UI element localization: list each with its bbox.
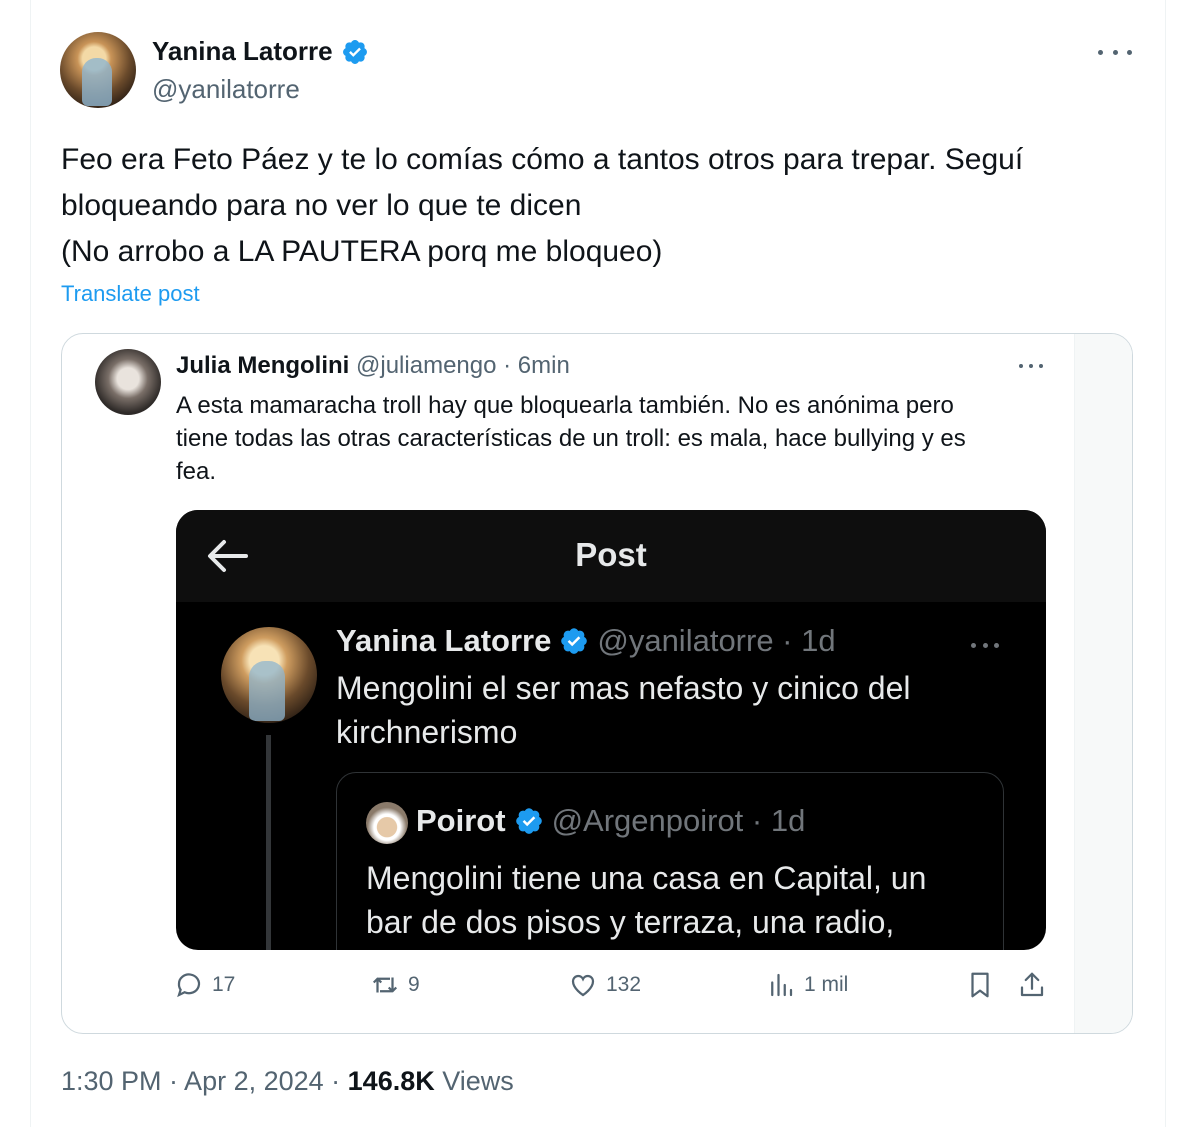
inner-line: bar de dos pisos y terraza, una radio, <box>366 904 895 940</box>
tweet-text: Feo era Feto Páez y te lo comías cómo a … <box>61 137 1141 275</box>
inner-author-meta: @Argenpoirot · 1d <box>551 803 806 838</box>
inner-line: Mengolini tiene una casa en Capital, un <box>366 860 927 896</box>
repost-button[interactable]: 9 <box>370 970 420 1000</box>
views-count: 1 mil <box>804 973 849 996</box>
verified-icon <box>515 808 542 834</box>
thread-line <box>266 735 271 950</box>
quoted-card-scrollbar <box>1074 334 1132 1033</box>
reply-icon <box>177 973 201 998</box>
reply-button[interactable]: 17 <box>174 970 235 1000</box>
quoted-author-name[interactable]: Julia Mengolini <box>176 352 349 379</box>
author-name[interactable]: Yanina Latorre <box>152 36 333 67</box>
inner-author-name: Poirot <box>416 803 506 838</box>
quoted-post-header: Julia Mengolini @juliamengo · 6min <box>176 352 570 380</box>
like-count: 132 <box>606 973 642 996</box>
verified-icon <box>561 628 588 654</box>
embedded-post-header: Yanina Latorre @yanilatorre · 1d <box>336 623 836 659</box>
embedded-author-avatar <box>221 627 317 723</box>
inner-post-header: Poirot @Argenpoirot · 1d <box>416 803 805 839</box>
views-button[interactable]: 1 mil <box>766 970 848 1000</box>
quoted-post-text: A esta mamaracha troll hay que bloquearl… <box>176 389 1056 488</box>
post-views-label: Views <box>434 1066 514 1096</box>
embedded-author-meta: @yanilatorre · 1d <box>597 623 836 658</box>
quoted-line: tiene todas las otras características de… <box>176 425 966 452</box>
tweet-line: Feo era Feto Páez y te lo comías cómo a … <box>61 143 1024 176</box>
verified-icon <box>342 39 367 64</box>
reply-count: 17 <box>212 973 236 996</box>
views-icon <box>771 973 793 997</box>
embedded-line: kirchnerismo <box>336 714 518 750</box>
post-timestamp-views: 1:30 PM · Apr 2, 2024 · 146.8K Views <box>61 1066 514 1097</box>
embedded-more-icon <box>971 641 999 649</box>
action-bar: 17 9 132 1 mil <box>0 970 1200 1010</box>
embedded-screenshot[interactable]: Post Yanina Latorre @yanilatorre · 1d Me… <box>176 510 1046 950</box>
more-icon[interactable] <box>1098 40 1132 64</box>
embedded-author-name: Yanina Latorre <box>336 623 552 658</box>
bookmark-button[interactable] <box>965 970 995 1000</box>
inner-author-avatar <box>366 802 408 844</box>
bookmark-icon <box>971 972 989 998</box>
quoted-author-avatar[interactable] <box>95 349 161 415</box>
author-avatar[interactable] <box>60 32 136 108</box>
quoted-line: A esta mamaracha troll hay que bloquearl… <box>176 392 954 419</box>
embedded-header-title: Post <box>575 536 647 573</box>
inner-post-text: Mengolini tiene una casa en Capital, un … <box>366 856 926 944</box>
tweet-line: (No arrobo a LA PAUTERA porq me bloqueo) <box>61 235 663 268</box>
author-handle[interactable]: @yanilatorre <box>152 74 300 105</box>
share-button[interactable] <box>1017 970 1047 1000</box>
repost-icon <box>372 977 398 993</box>
like-icon <box>571 974 595 997</box>
embedded-post-text: Mengolini el ser mas nefasto y cinico de… <box>336 666 911 754</box>
quoted-more-icon[interactable] <box>1019 361 1043 371</box>
share-icon <box>1020 972 1044 997</box>
repost-count: 9 <box>408 973 420 996</box>
like-button[interactable]: 132 <box>568 970 641 1000</box>
embedded-line: Mengolini el ser mas nefasto y cinico de… <box>336 670 911 706</box>
translate-post-link[interactable]: Translate post <box>61 281 200 307</box>
tweet-line: bloqueando para no ver lo que te dicen <box>61 189 582 222</box>
author-name-row[interactable]: Yanina Latorre <box>152 36 369 67</box>
quoted-line: fea. <box>176 458 217 485</box>
quoted-author-meta[interactable]: @juliamengo · 6min <box>356 352 570 379</box>
post-views-count: 146.8K <box>347 1066 435 1096</box>
post-timestamp[interactable]: 1:30 PM · Apr 2, 2024 · <box>61 1066 348 1096</box>
